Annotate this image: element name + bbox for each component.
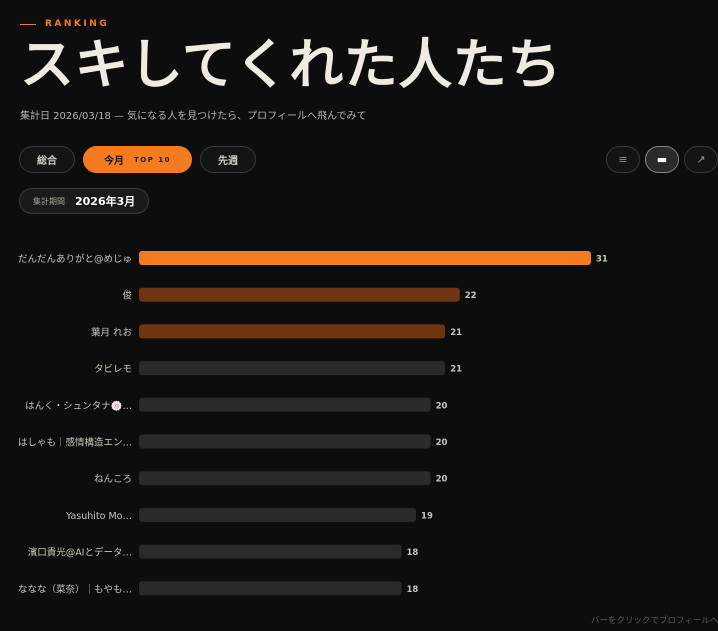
bar-label: はんく・シュンタナ🍥… — [25, 400, 132, 412]
bar-label: はしゃも｜感情構造エン… — [18, 437, 132, 449]
bar[interactable] — [139, 324, 446, 339]
bar-value-label: 20 — [436, 438, 448, 448]
page-title: スキしてくれた人たち — [20, 33, 562, 96]
trend-arrow-icon: ↗ — [696, 153, 706, 166]
bar[interactable] — [139, 471, 431, 486]
bar-view-button[interactable]: ▬ — [645, 146, 679, 173]
tab-last-week-label: 先週 — [218, 156, 239, 167]
bar-label: ねんころ — [94, 474, 132, 485]
list-view-button[interactable]: ≡ — [606, 146, 640, 173]
bar-label: Yasuhito Mo… — [65, 511, 132, 522]
page-subtitle: 集計日 2026/03/18 — 気になる人を見つけたら、プロフィールへ飛んでみ… — [20, 111, 367, 122]
bar-chart-icon: ▬ — [656, 153, 668, 166]
bar-label: タビレモ — [94, 364, 132, 375]
bar-label: だんだんありがと@めじゅ — [18, 253, 132, 265]
tab-last-week[interactable]: 先週 — [200, 146, 257, 173]
section-eyebrow: RANKING — [20, 19, 109, 29]
tab-this-month-label: 今月 — [104, 156, 124, 167]
period-label: 集計期間 — [33, 196, 65, 206]
bar-value-label: 19 — [421, 511, 433, 521]
bar[interactable] — [139, 434, 431, 449]
bar-value-label: 18 — [406, 585, 418, 595]
ranking-page: RANKING スキしてくれた人たち 集計日 2026/03/18 — 気になる… — [0, 0, 718, 631]
bar[interactable] — [139, 251, 591, 265]
bar-label: ななな（菜奈）｜もやも… — [18, 583, 132, 595]
bar[interactable] — [139, 287, 460, 302]
bar-value-label: 18 — [406, 548, 418, 558]
bar-label: 濱口貴光@AIとデータ… — [28, 547, 132, 559]
tab-top10-badge: TOP 10 — [134, 155, 172, 164]
bar-value-label: 22 — [465, 291, 477, 301]
list-icon: ≡ — [618, 153, 628, 166]
bar[interactable] — [139, 397, 431, 412]
view-toggle-group: ≡ ▬ ↗ — [606, 146, 718, 173]
bar-label: 俊 — [122, 290, 132, 302]
bar[interactable] — [139, 507, 417, 522]
bar-value-label: 21 — [450, 365, 462, 375]
eyebrow-line — [20, 23, 36, 25]
tab-overall-label: 総合 — [37, 156, 57, 167]
bar[interactable] — [139, 544, 402, 559]
period-value: 2026年3月 — [75, 195, 136, 208]
trend-view-button[interactable]: ↗ — [684, 146, 718, 173]
bar-value-label: 31 — [596, 255, 608, 265]
period-badge: 集計期間 2026年3月 — [19, 188, 150, 214]
bar[interactable] — [139, 361, 446, 376]
bar[interactable] — [139, 581, 402, 596]
ranking-bar-chart: だんだんありがと@めじゅ 31 俊 22 葉月 れお 21 タビレモ 21 はんく・シュンタナ🍥… — [18, 251, 608, 596]
bar-value-label: 21 — [450, 328, 462, 338]
bar-value-label: 20 — [436, 401, 448, 411]
tab-overall[interactable]: 総合 — [19, 146, 75, 173]
eyebrow-label: RANKING — [45, 19, 110, 29]
period-tabs: 総合 今月 TOP 10 先週 — [19, 146, 257, 173]
bar-value-label: 20 — [436, 475, 448, 485]
bar-label: 葉月 れお — [91, 326, 133, 338]
footer-hint: バーをクリックでプロフィールへ — [591, 616, 718, 626]
tab-this-month[interactable]: 今月 TOP 10 — [83, 146, 193, 173]
